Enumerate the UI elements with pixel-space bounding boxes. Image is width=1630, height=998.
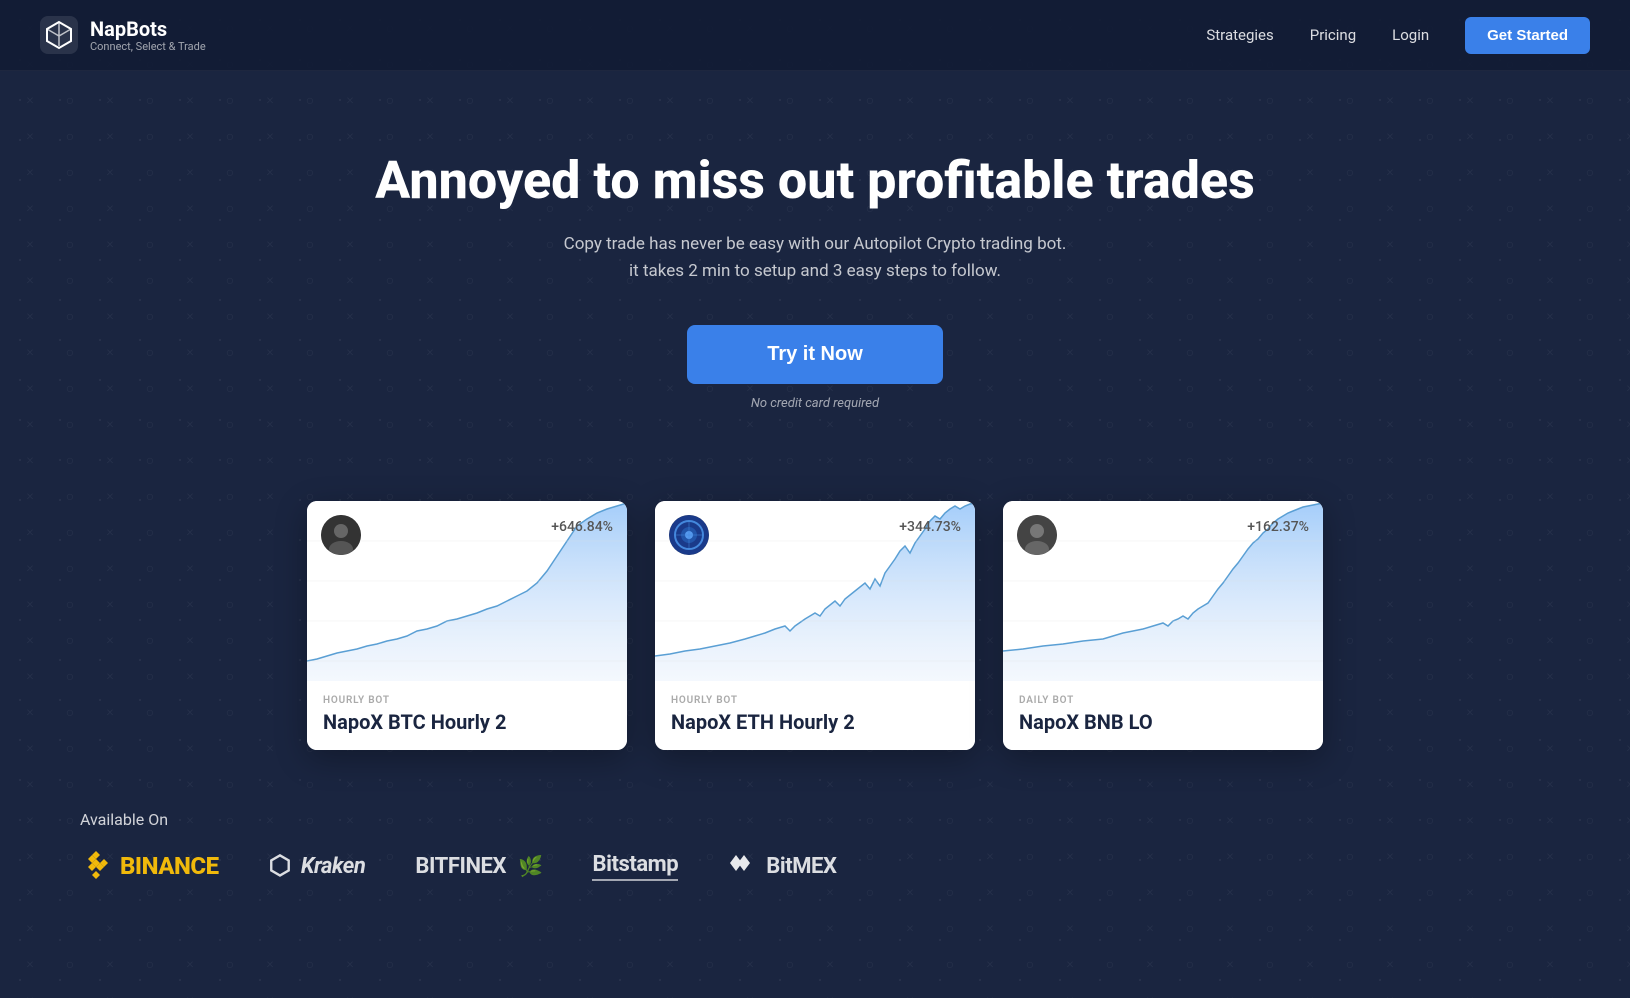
- kraken-icon: ⬡: [269, 851, 291, 881]
- hero-title: Annoyed to miss out profitable trades: [20, 151, 1610, 211]
- card-1-percent: +646.84%: [551, 519, 613, 535]
- card-1-bot-name: NapoX BTC Hourly 2: [323, 710, 611, 734]
- card-3-bot-name: NapoX BNB LO: [1019, 710, 1307, 734]
- nav-brand-tagline: Connect, Select & Trade: [90, 40, 206, 53]
- nav-pricing-link[interactable]: Pricing: [1310, 26, 1356, 44]
- available-label: Available On: [80, 810, 1550, 829]
- no-credit-text: No credit card required: [20, 396, 1610, 411]
- nav-login-link[interactable]: Login: [1392, 26, 1429, 44]
- bitmex-icon: [728, 851, 752, 881]
- card-1-avatar: [321, 515, 361, 555]
- binance-name: BINANCE: [120, 852, 219, 880]
- card-2-percent: +344.73%: [899, 519, 961, 535]
- card-2-avatar: [669, 515, 709, 555]
- kraken-logo: ⬡ Kraken: [269, 851, 366, 881]
- bitstamp-name: Bitstamp: [592, 852, 678, 877]
- bitmex-logo: BitMEX: [728, 851, 836, 881]
- bitfinex-icon: 🌿: [518, 854, 542, 878]
- binance-icon: [80, 847, 112, 885]
- try-it-now-button[interactable]: Try it Now: [687, 325, 943, 384]
- card-3-avatar: [1017, 515, 1057, 555]
- strategy-card-2[interactable]: +344.73% HOURLY BOT NapoX ETH Hourly 2: [655, 501, 975, 750]
- strategy-card-3[interactable]: +162.37% DAILY BOT NapoX BNB LO: [1003, 501, 1323, 750]
- bitfinex-name: BITFINEX: [415, 854, 506, 879]
- kraken-name: Kraken: [301, 854, 365, 879]
- strategy-cards-section: +646.84% HOURLY BOT NapoX BTC Hourl: [0, 471, 1630, 780]
- nav-brand-name: NapBots: [90, 18, 206, 40]
- nav-logo[interactable]: NapBots Connect, Select & Trade: [40, 16, 206, 54]
- binance-logo: BINANCE: [80, 847, 219, 885]
- bitmex-name: BitMEX: [766, 854, 836, 879]
- available-section: Available On BINANCE ⬡ Kraken: [0, 780, 1630, 915]
- bitstamp-logo: Bitstamp: [592, 852, 678, 881]
- card-3-percent: +162.37%: [1247, 519, 1309, 535]
- card-1-bot-type: HOURLY BOT: [323, 695, 611, 706]
- nav-strategies-link[interactable]: Strategies: [1206, 26, 1273, 44]
- bitfinex-logo: BITFINEX 🌿: [415, 854, 542, 879]
- napbots-logo-icon: [40, 16, 78, 54]
- card-2-bot-name: NapoX ETH Hourly 2: [671, 710, 959, 734]
- strategy-card-1[interactable]: +646.84% HOURLY BOT NapoX BTC Hourl: [307, 501, 627, 750]
- card-3-bot-type: DAILY BOT: [1019, 695, 1307, 706]
- hero-subtitle: Copy trade has never be easy with our Au…: [535, 231, 1095, 285]
- nav-get-started-button[interactable]: Get Started: [1465, 17, 1590, 54]
- card-2-bot-type: HOURLY BOT: [671, 695, 959, 706]
